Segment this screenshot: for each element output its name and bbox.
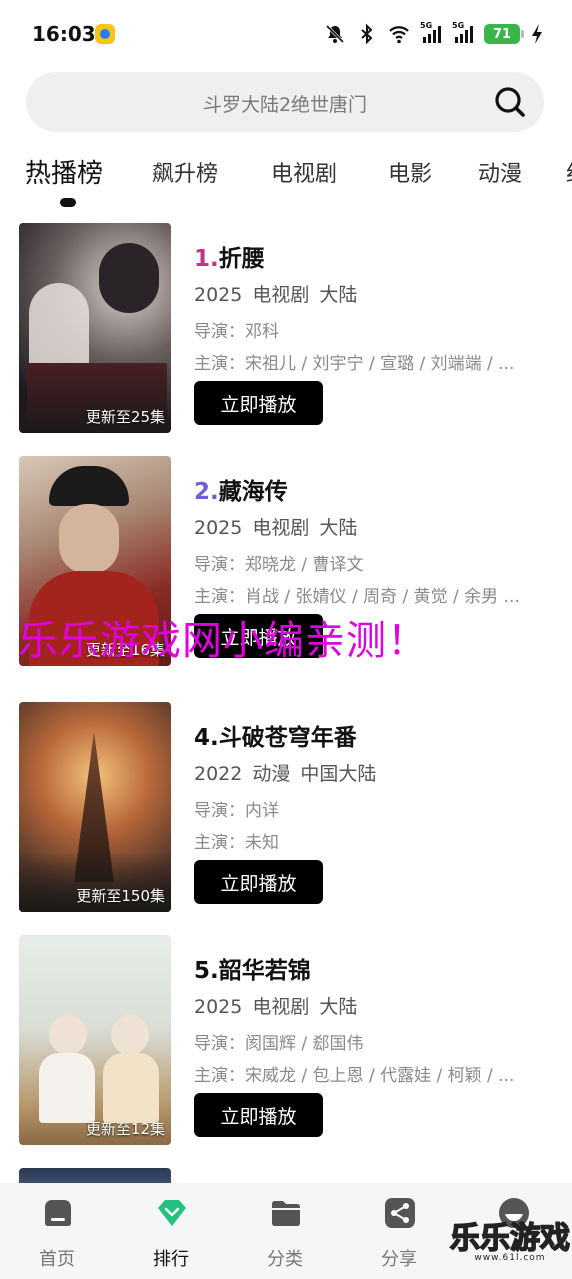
battery-indicator: 71 [484,24,524,44]
tab-rising[interactable]: 飙升榜 [152,156,218,188]
site-logo-stamp: 乐乐游戏 www.61l.com [449,1213,571,1273]
item-director: 导演：阂国辉 / 郄国伟 [194,1034,364,1054]
poster-image[interactable]: 更新至150集 [19,702,171,912]
item-title: 2.藏海传 [194,472,288,506]
list-item[interactable]: 更新至12集 5.韶华若锦 2025 电视剧 大陆 导演：阂国辉 / 郄国伟 主… [0,935,572,1150]
item-meta: 2025 电视剧 大陆 [194,284,358,306]
logo-text: 乐乐游戏 [449,1220,571,1257]
nav-label: 首页 [39,1249,75,1270]
poster-image[interactable]: 更新至12集 [19,935,171,1145]
nav-label: 排行 [153,1249,189,1270]
play-button[interactable]: 立即播放 [194,860,323,904]
title-text: 折腰 [218,246,265,272]
status-time: 16:03 [32,22,96,46]
rank-icon [158,1200,186,1226]
bottom-nav: 首页 排行 分类 分享 乐乐游戏 www.61l.com [0,1183,572,1279]
episode-caption: 更新至12集 [85,1120,165,1138]
poster-image[interactable]: 更新至25集 [19,223,171,433]
title-text: 韶华若锦 [218,958,311,984]
item-meta: 2022 动漫 中国大陆 [194,763,377,785]
item-title: 1.折腰 [194,239,265,273]
tab-hot[interactable]: 热播榜 [25,153,103,190]
category-tabs: 热播榜 飙升榜 电视剧 电影 动漫 纪 [0,150,572,210]
item-cast: 主演：宋祖儿 / 刘宇宁 / 宣璐 / 刘端端 / ... [194,354,515,374]
rank-number: 5. [194,958,219,984]
title-text: 藏海传 [218,479,288,505]
search-bar[interactable]: 斗罗大陆2绝世唐门 [26,72,544,132]
status-icons: 5G 5G 71 [324,20,544,48]
folder-icon [272,1201,300,1226]
episode-caption: 更新至150集 [76,887,165,905]
item-cast: 主演：肖战 / 张婧仪 / 周奇 / 黄觉 / 余男 ... [194,587,520,607]
app-notification-icon [95,24,115,44]
signal-5g-icon-2: 5G [452,21,474,45]
tab-movie[interactable]: 电影 [388,156,432,188]
wifi-icon [388,23,410,45]
nav-label: 分类 [267,1249,303,1270]
charging-icon [530,23,544,45]
list-item[interactable]: 更新至25集 1.折腰 2025 电视剧 大陆 导演：邓科 主演：宋祖儿 / 刘… [0,223,572,438]
list-item[interactable]: 更新至150集 4.斗破苍穹年番 2022 动漫 中国大陆 导演：内详 主演：未… [0,702,572,917]
mute-bell-icon [324,23,346,45]
item-title: 5.韶华若锦 [194,951,311,985]
tab-tv[interactable]: 电视剧 [271,156,337,188]
item-director: 导演：邓科 [194,322,279,342]
nav-label: 分享 [381,1249,417,1270]
item-meta: 2025 电视剧 大陆 [194,517,358,539]
nav-rank[interactable]: 排行 [116,1183,226,1279]
nav-category[interactable]: 分类 [230,1183,340,1279]
home-icon [45,1200,71,1226]
item-cast: 主演：宋威龙 / 包上恩 / 代露娃 / 柯颖 / ... [194,1066,515,1086]
status-bar: 16:03 5G 5G 71 [0,0,572,66]
tab-documentary[interactable]: 纪 [566,156,572,188]
nav-share[interactable]: 分享 [344,1183,454,1279]
item-cast: 主演：未知 [194,833,279,853]
item-title: 4.斗破苍穹年番 [194,718,357,752]
bluetooth-icon [356,23,378,45]
item-director: 导演：内详 [194,801,279,821]
play-button[interactable]: 立即播放 [194,1093,323,1137]
share-icon [385,1198,415,1228]
tab-anime[interactable]: 动漫 [478,156,522,188]
tab-active-indicator [60,198,76,207]
search-icon[interactable] [494,86,526,118]
rank-number: 4. [194,725,219,751]
episode-caption: 更新至25集 [85,408,165,426]
title-text: 斗破苍穹年番 [218,725,357,751]
logo-subtext: www.61l.com [474,1253,546,1263]
play-button[interactable]: 立即播放 [194,381,323,425]
rank-number: 1. [194,246,219,272]
item-director: 导演：郑晓龙 / 曹译文 [194,555,364,575]
nav-home[interactable]: 首页 [2,1183,112,1279]
item-meta: 2025 电视剧 大陆 [194,996,358,1018]
signal-5g-icon-1: 5G [420,21,442,45]
rank-number: 2. [194,479,219,505]
search-placeholder: 斗罗大陆2绝世唐门 [202,94,368,116]
watermark-text: 乐乐游戏网小编亲测！ [18,618,428,664]
